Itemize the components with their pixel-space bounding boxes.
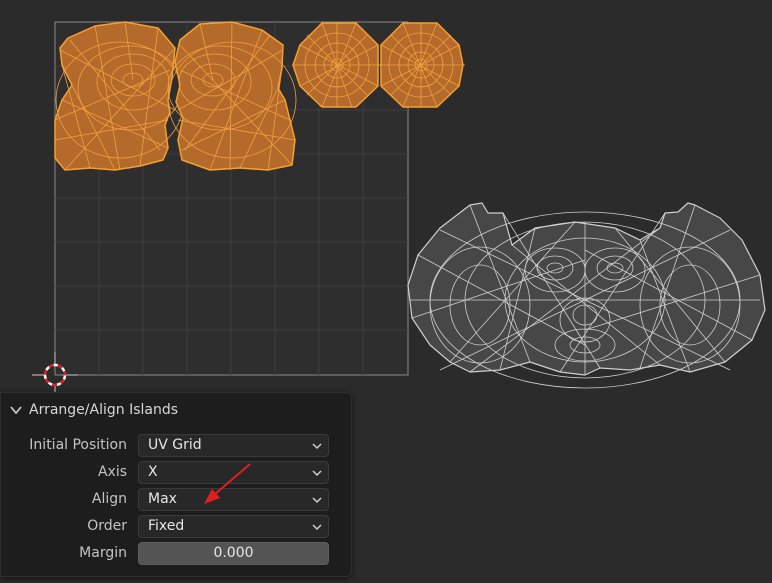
field-margin: Margin 0.000 (1, 541, 351, 565)
field-initial-position: Initial Position UV Grid (1, 433, 351, 457)
uv-island-right[interactable] (167, 21, 297, 171)
dropdown-value: X (148, 464, 158, 480)
field-label: Order (87, 518, 127, 534)
field-label: Axis (97, 464, 127, 480)
initial-position-dropdown[interactable]: UV Grid (138, 433, 329, 457)
field-axis: Axis X (1, 460, 351, 484)
margin-number-field[interactable]: 0.000 (138, 541, 329, 565)
field-align: Align Max (1, 487, 351, 511)
collapse-chevron-icon[interactable] (9, 403, 23, 417)
order-dropdown[interactable]: Fixed (138, 514, 329, 538)
panel-title: Arrange/Align Islands (29, 402, 179, 418)
dropdown-value: Fixed (148, 518, 185, 534)
number-value: 0.000 (213, 545, 254, 561)
field-order: Order Fixed (1, 514, 351, 538)
axis-dropdown[interactable]: X (138, 460, 329, 484)
dropdown-arrow-icon (312, 523, 322, 530)
arrange-align-islands-panel: Arrange/Align Islands Initial Position U… (0, 392, 352, 577)
dropdown-arrow-icon (312, 496, 322, 503)
align-dropdown[interactable]: Max (138, 487, 329, 511)
uv-island-eye-2[interactable] (378, 22, 465, 108)
uv-island-left[interactable] (54, 21, 185, 171)
dropdown-arrow-icon (312, 442, 322, 449)
panel-header[interactable]: Arrange/Align Islands (9, 399, 343, 421)
field-label: Align (91, 491, 127, 507)
unselected-uv-mesh[interactable] (407, 202, 766, 389)
dropdown-value: Max (148, 491, 177, 507)
dropdown-arrow-icon (312, 469, 322, 476)
field-label: Margin (79, 545, 127, 561)
field-label: Initial Position (29, 437, 127, 453)
dropdown-value: UV Grid (148, 437, 202, 453)
